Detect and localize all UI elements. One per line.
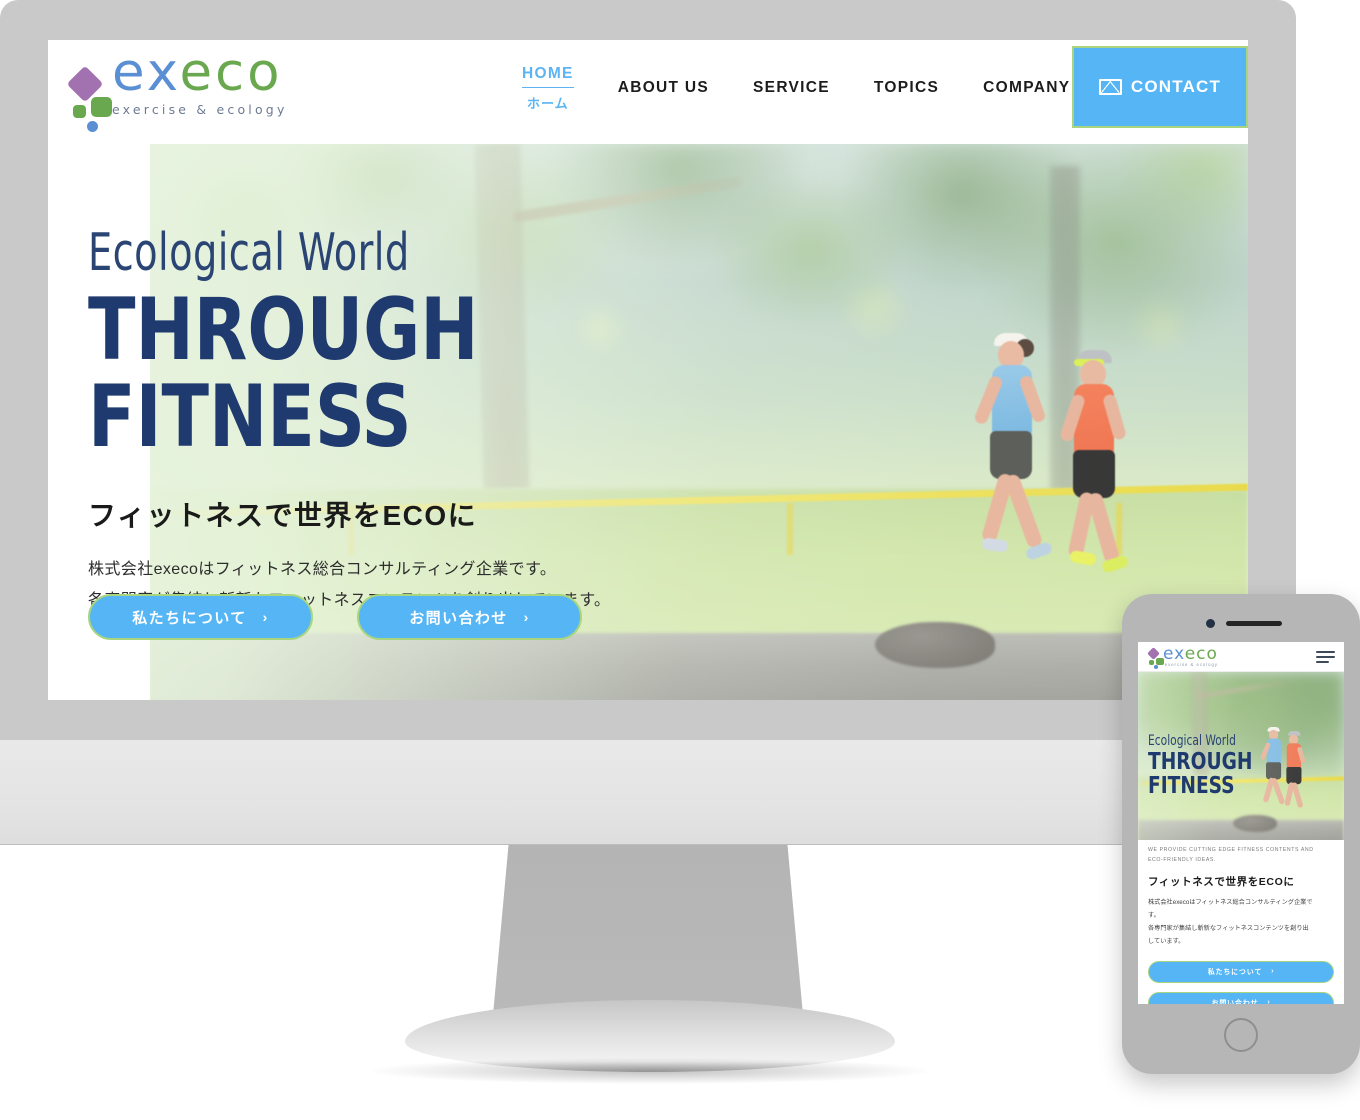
logo-tagline: exercise & ecology (112, 101, 288, 117)
nav-item-home-label-ja: ホーム (527, 95, 569, 111)
mobile-logo-tagline: exercise & ecology (1164, 662, 1218, 667)
mobile-logo-eco: eco (1184, 643, 1218, 664)
mobile-logo-e: e (1163, 643, 1175, 664)
hero-headline: THROUGH FITNESS (88, 279, 479, 468)
chevron-right-icon: › (1267, 999, 1271, 1004)
mobile-cta-buttons: 私たちについて › お問い合わせ › (1138, 948, 1344, 1004)
envelope-icon (1098, 79, 1122, 95)
mobile-about-us-cta-label: 私たちについて (1207, 968, 1263, 976)
mobile-logo-x: x (1174, 643, 1185, 664)
mobile-description-line-4: しています。 (1148, 937, 1185, 945)
site-header: execo exercise & ecology HOME ホーム ABOUT … (48, 40, 1248, 136)
hero-rock (874, 622, 995, 669)
contact-cta-label: お問い合わせ (409, 609, 508, 627)
logo-word: execo (112, 46, 290, 99)
device-mockup-scene: execo exercise & ecology HOME ホーム ABOUT … (0, 0, 1360, 1120)
mobile-hero-eyebrow: Ecological World (1148, 732, 1236, 749)
mobile-logo-dot-icon (1154, 665, 1158, 669)
mobile-description-line-3: 各専門家が集結し斬新なフィットネスコンテンツを創り出 (1148, 924, 1309, 932)
monitor-stand-neck (493, 845, 803, 1015)
mobile-contact-cta-button[interactable]: お問い合わせ › (1148, 991, 1334, 1004)
mobile-about-us-cta-button[interactable]: 私たちについて › (1148, 960, 1334, 983)
mobile-description-line-2: す。 (1148, 911, 1160, 919)
mobile-tagline-line-1: WE PROVIDE CUTTING EDGE FITNESS CONTENTS… (1148, 847, 1314, 853)
contact-button[interactable]: CONTACT (1072, 46, 1248, 128)
mobile-site-logo[interactable]: execo exercise & ecology (1147, 643, 1218, 669)
desktop-monitor: execo exercise & ecology HOME ホーム ABOUT … (0, 0, 1296, 1084)
nav-item-about-us-label: ABOUT US (617, 79, 710, 96)
mobile-website-screen: execo exercise & ecology Ecological Worl… (1138, 642, 1344, 1004)
mobile-subheading: フィットネスで世界をECOに (1148, 875, 1295, 888)
contact-button-label: CONTACT (1130, 77, 1222, 96)
nav-item-about-us[interactable]: ABOUT US (596, 79, 731, 97)
hero-eyebrow: Ecological World (88, 223, 410, 283)
mobile-hero-copy: Ecological World THROUGH FITNESS (1148, 733, 1344, 798)
mobile-tagline: WE PROVIDE CUTTING EDGE FITNESS CONTENTS… (1138, 840, 1344, 866)
desktop-website-screen: execo exercise & ecology HOME ホーム ABOUT … (48, 40, 1248, 700)
nav-item-topics-label: TOPICS (873, 79, 940, 96)
logo-word-x: x (146, 42, 180, 103)
hero-section: Ecological World THROUGH FITNESS フィットネスで… (48, 136, 1248, 700)
logo-wordmark: execo exercise & ecology (112, 46, 290, 121)
logo-word-eco: eco (179, 42, 283, 103)
hero-rail-post (1116, 502, 1123, 555)
mobile-hero-headline: THROUGH FITNESS (1148, 748, 1253, 799)
phone-home-button[interactable] (1224, 1018, 1258, 1052)
logo-dot-icon (87, 120, 98, 132)
hero-cta-buttons: 私たちについて › お問い合わせ › (88, 594, 582, 640)
about-us-cta-label: 私たちについて (132, 609, 247, 627)
chevron-right-icon: › (523, 609, 530, 625)
monitor-shadow (370, 1058, 930, 1084)
logo-word-e: e (112, 42, 147, 103)
main-navigation: HOME ホーム ABOUT US SERVICE TOPICS COMPANY (500, 40, 1092, 136)
logo-square-large-icon (91, 96, 112, 117)
mobile-logo-mark-icon (1147, 646, 1164, 669)
about-us-cta-button[interactable]: 私たちについて › (88, 594, 313, 640)
phone-camera-icon (1206, 619, 1215, 628)
runner-shorts (989, 431, 1032, 480)
mobile-tagline-line-2: ECO-FRIENDLY IDEAS. (1148, 856, 1216, 863)
monitor-chin (0, 740, 1296, 845)
hamburger-menu-icon[interactable] (1316, 648, 1335, 666)
logo-square-small-icon (73, 104, 86, 118)
phone-speaker-icon (1226, 621, 1282, 626)
hero-subheading: フィットネスで世界をECOに (88, 500, 478, 532)
mobile-logo-word: execo (1163, 643, 1218, 664)
hero-path (150, 633, 1248, 700)
mobile-hero-section: Ecological World THROUGH FITNESS (1138, 672, 1344, 840)
mobile-description: 株式会社execoはフィットネス総合コンサルティング企業で す。 各専門家が集結… (1138, 889, 1344, 948)
nav-item-company-label: COMPANY (983, 79, 1071, 96)
mobile-logo-square-large-icon (1156, 658, 1164, 665)
nav-item-topics[interactable]: TOPICS (852, 79, 961, 97)
nav-item-service[interactable]: SERVICE (731, 79, 852, 97)
contact-cta-button[interactable]: お問い合わせ › (357, 594, 582, 640)
nav-item-service-label: SERVICE (753, 79, 830, 96)
hero-copy: Ecological World THROUGH FITNESS フィットネスで… (88, 226, 848, 616)
nav-item-home-label: HOME (522, 65, 574, 88)
chevron-right-icon: › (262, 609, 269, 625)
mobile-header: execo exercise & ecology (1138, 642, 1344, 672)
site-logo[interactable]: execo exercise & ecology (66, 46, 290, 132)
mobile-logo-wordmark: execo exercise & ecology (1163, 643, 1218, 667)
nav-item-home[interactable]: HOME ホーム (500, 65, 596, 112)
mobile-contact-cta-label: お問い合わせ (1211, 999, 1259, 1004)
mobile-logo-square-small-icon (1149, 660, 1154, 665)
logo-mark-icon (66, 61, 112, 132)
mobile-phone-mockup: execo exercise & ecology Ecological Worl… (1122, 594, 1360, 1074)
mobile-description-line-1: 株式会社execoはフィットネス総合コンサルティング企業で (1148, 898, 1313, 906)
chevron-right-icon: › (1271, 968, 1275, 976)
hero-description-line-1: 株式会社execoはフィットネス総合コンサルティング企業です。 (88, 561, 557, 579)
runner-shorts (1073, 449, 1116, 498)
